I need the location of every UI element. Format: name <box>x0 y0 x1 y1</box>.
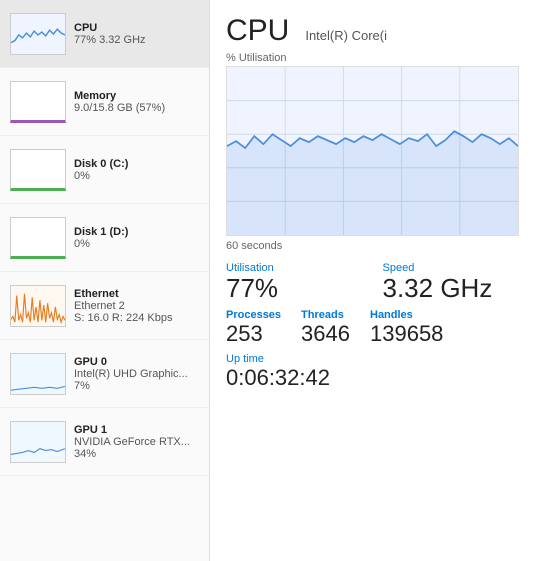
disk0-sub: 0% <box>74 170 128 182</box>
stats-row: Processes 253 Threads 3646 Handles 13965… <box>226 309 519 347</box>
ethernet-sub1: Ethernet 2 <box>74 300 172 312</box>
gpu1-info: GPU 1 NVIDIA GeForce RTX... 34% <box>74 424 190 460</box>
gpu1-thumbnail <box>10 421 66 463</box>
disk0-info: Disk 0 (C:) 0% <box>74 158 128 182</box>
sidebar-item-memory[interactable]: Memory 9.0/15.8 GB (57%) <box>0 68 209 136</box>
memory-thumbnail <box>10 81 66 123</box>
main-panel: CPU Intel(R) Core(i % Utilisation 60 sec… <box>210 0 535 561</box>
main-subtitle: Intel(R) Core(i <box>305 28 387 43</box>
handles-label: Handles <box>370 309 443 321</box>
disk0-thumbnail <box>10 149 66 191</box>
memory-info: Memory 9.0/15.8 GB (57%) <box>74 90 165 114</box>
ethernet-info: Ethernet Ethernet 2 S: 16.0 R: 224 Kbps <box>74 288 172 324</box>
handles-block: Handles 139658 <box>370 309 443 347</box>
sidebar-item-ethernet[interactable]: Ethernet Ethernet 2 S: 16.0 R: 224 Kbps <box>0 272 209 340</box>
cpu-thumbnail <box>10 13 66 55</box>
uptime-block: Up time 0:06:32:42 <box>226 353 519 391</box>
cpu-info: CPU 77% 3.32 GHz <box>74 22 146 46</box>
sidebar-item-gpu1[interactable]: GPU 1 NVIDIA GeForce RTX... 34% <box>0 408 209 476</box>
gpu0-sub2: 7% <box>74 380 188 392</box>
disk1-label: Disk 1 (D:) <box>74 226 128 238</box>
main-title: CPU <box>226 14 289 48</box>
processes-label: Processes <box>226 309 281 321</box>
uptime-value: 0:06:32:42 <box>226 365 330 390</box>
threads-label: Threads <box>301 309 350 321</box>
memory-label: Memory <box>74 90 165 102</box>
cpu-chart <box>226 66 519 236</box>
sidebar: CPU 77% 3.32 GHz Memory 9.0/15.8 GB (57%… <box>0 0 210 561</box>
disk1-info: Disk 1 (D:) 0% <box>74 226 128 250</box>
ethernet-sub2: S: 16.0 R: 224 Kbps <box>74 312 172 324</box>
main-header: CPU Intel(R) Core(i <box>226 14 519 48</box>
gpu1-label: GPU 1 <box>74 424 190 436</box>
disk0-label: Disk 0 (C:) <box>74 158 128 170</box>
threads-block: Threads 3646 <box>301 309 350 347</box>
gpu0-sub1: Intel(R) UHD Graphic... <box>74 368 188 380</box>
speed-value: 3.32 GHz <box>383 273 493 303</box>
disk1-sub: 0% <box>74 238 128 250</box>
gpu1-sub2: 34% <box>74 448 190 460</box>
ethernet-label: Ethernet <box>74 288 172 300</box>
memory-sub: 9.0/15.8 GB (57%) <box>74 102 165 114</box>
utilisation-value: 77% <box>226 273 278 303</box>
gpu0-thumbnail <box>10 353 66 395</box>
sidebar-item-disk0[interactable]: Disk 0 (C:) 0% <box>0 136 209 204</box>
utilisation-block: Utilisation 77% <box>226 262 363 303</box>
sidebar-item-cpu[interactable]: CPU 77% 3.32 GHz <box>0 0 209 68</box>
chart-label: % Utilisation <box>226 52 519 64</box>
cpu-sub: 77% 3.32 GHz <box>74 34 146 46</box>
sidebar-item-gpu0[interactable]: GPU 0 Intel(R) UHD Graphic... 7% <box>0 340 209 408</box>
gpu0-label: GPU 0 <box>74 356 188 368</box>
threads-value: 3646 <box>301 321 350 346</box>
speed-block: Speed 3.32 GHz <box>383 262 520 303</box>
stats-grid: Utilisation 77% Speed 3.32 GHz <box>226 262 519 303</box>
gpu0-info: GPU 0 Intel(R) UHD Graphic... 7% <box>74 356 188 392</box>
chart-time: 60 seconds <box>226 240 519 252</box>
processes-block: Processes 253 <box>226 309 281 347</box>
uptime-label: Up time <box>226 353 519 365</box>
handles-value: 139658 <box>370 321 443 346</box>
ethernet-thumbnail <box>10 285 66 327</box>
cpu-label: CPU <box>74 22 146 34</box>
gpu1-sub1: NVIDIA GeForce RTX... <box>74 436 190 448</box>
sidebar-item-disk1[interactable]: Disk 1 (D:) 0% <box>0 204 209 272</box>
disk1-thumbnail <box>10 217 66 259</box>
processes-value: 253 <box>226 321 263 346</box>
